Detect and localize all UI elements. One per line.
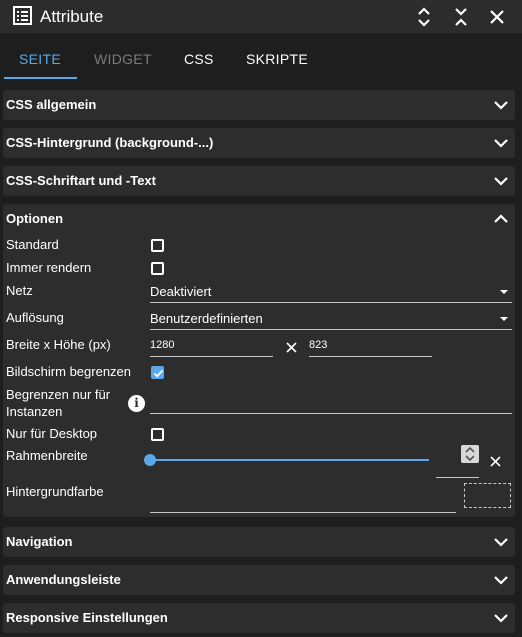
panel-responsive: Responsive Einstellungen <box>3 603 515 633</box>
grid-select-value: Deaktiviert <box>150 284 212 299</box>
panel-title: Optionen <box>6 211 64 226</box>
panel-css-general-header[interactable]: CSS allgemein <box>3 90 515 120</box>
chevron-down-icon <box>494 576 508 585</box>
height-input[interactable]: 823 <box>309 335 432 357</box>
panel-app-bar-header[interactable]: Anwendungsleiste <box>3 565 515 595</box>
tab-bar: SEITE WIDGET CSS SKRIPTE <box>0 33 522 81</box>
limit-instances-label-line2: Instanzen <box>6 404 63 419</box>
panel-title: Responsive Einstellungen <box>6 610 168 625</box>
grid-label: Netz <box>6 283 33 298</box>
desktop-only-checkbox[interactable] <box>151 428 164 441</box>
info-icon[interactable]: i <box>128 395 145 412</box>
chevron-down-icon <box>494 139 508 148</box>
panel-navigation: Navigation <box>3 527 515 557</box>
border-width-label: Rahmenbreite <box>6 448 88 463</box>
height-input-value: 823 <box>309 339 328 351</box>
background-color-label: Hintergrundfarbe <box>6 484 104 499</box>
tab-skripte[interactable]: SKRIPTE <box>246 51 308 67</box>
active-tab-indicator <box>4 77 77 79</box>
chevron-down-icon <box>494 614 508 623</box>
border-width-spinner[interactable] <box>461 445 479 463</box>
border-width-slider-track[interactable] <box>150 459 429 461</box>
list-icon <box>13 6 32 25</box>
limit-screen-label: Bildschirm begrenzen <box>6 364 132 379</box>
clear-icon[interactable] <box>490 456 501 467</box>
resolution-label: Auflösung <box>6 310 64 325</box>
unfold-more-icon <box>418 7 430 27</box>
chevron-up-icon <box>494 214 508 223</box>
dropdown-arrow-icon <box>500 317 508 321</box>
limit-screen-checkbox[interactable] <box>151 366 164 379</box>
panel-title: CSS-Hintergrund (background-...) <box>6 135 214 150</box>
panel-title: Navigation <box>6 534 73 549</box>
panel-title: CSS allgemein <box>6 97 97 112</box>
panel-responsive-header[interactable]: Responsive Einstellungen <box>3 603 515 633</box>
limit-instances-label-line1: Begrenzen nur für <box>6 387 111 402</box>
color-picker-swatch[interactable] <box>464 483 511 508</box>
title-bar: Attribute <box>0 0 522 33</box>
panel-app-bar: Anwendungsleiste <box>3 565 515 595</box>
tab-css[interactable]: CSS <box>184 51 214 67</box>
window-title: Attribute <box>40 7 104 26</box>
tab-seite[interactable]: SEITE <box>19 51 61 67</box>
resolution-select-value: Benutzerdefinierten <box>150 311 263 326</box>
chevron-down-icon <box>494 101 508 110</box>
panel-navigation-header[interactable]: Navigation <box>3 527 515 557</box>
always-render-label: Immer rendern <box>6 260 92 275</box>
chevron-down-icon <box>494 177 508 186</box>
tab-widget[interactable]: WIDGET <box>94 51 152 67</box>
panel-css-background-header[interactable]: CSS-Hintergrund (background-...) <box>3 128 515 158</box>
standard-label: Standard <box>6 237 59 252</box>
dropdown-arrow-icon <box>500 290 508 294</box>
panel-css-font-header[interactable]: CSS-Schriftart und -Text <box>3 166 515 196</box>
border-width-slider-thumb[interactable] <box>144 454 156 466</box>
grid-select[interactable]: Deaktiviert <box>150 281 512 303</box>
width-input[interactable]: 1280 <box>150 335 273 357</box>
times-icon <box>286 342 297 353</box>
panel-css-general: CSS allgemein <box>3 90 515 120</box>
resolution-select[interactable]: Benutzerdefinierten <box>150 308 512 330</box>
limit-instances-input[interactable] <box>150 392 512 414</box>
standard-checkbox[interactable] <box>151 239 164 252</box>
panel-css-background: CSS-Hintergrund (background-...) <box>3 128 515 158</box>
checkmark-icon <box>153 369 164 378</box>
always-render-checkbox[interactable] <box>151 262 164 275</box>
close-button[interactable] <box>485 5 509 29</box>
panel-options-header[interactable]: Optionen <box>3 204 515 234</box>
desktop-only-label: Nur für Desktop <box>6 426 98 441</box>
width-input-value: 1280 <box>150 339 175 351</box>
chevron-down-icon <box>494 538 508 547</box>
size-label: Breite x Höhe (px) <box>6 337 111 352</box>
background-color-input[interactable] <box>150 489 456 513</box>
collapse-all-button[interactable] <box>449 5 473 29</box>
spinner-arrows-icon <box>465 446 475 462</box>
expand-all-button[interactable] <box>412 5 436 29</box>
panel-options: Optionen Standard Immer rendern Netz Dea… <box>3 204 515 517</box>
panel-title: CSS-Schriftart und -Text <box>6 173 156 188</box>
unfold-less-icon <box>455 8 467 26</box>
panel-title: Anwendungsleiste <box>6 572 121 587</box>
close-icon <box>490 10 504 24</box>
panel-css-font: CSS-Schriftart und -Text <box>3 166 515 196</box>
